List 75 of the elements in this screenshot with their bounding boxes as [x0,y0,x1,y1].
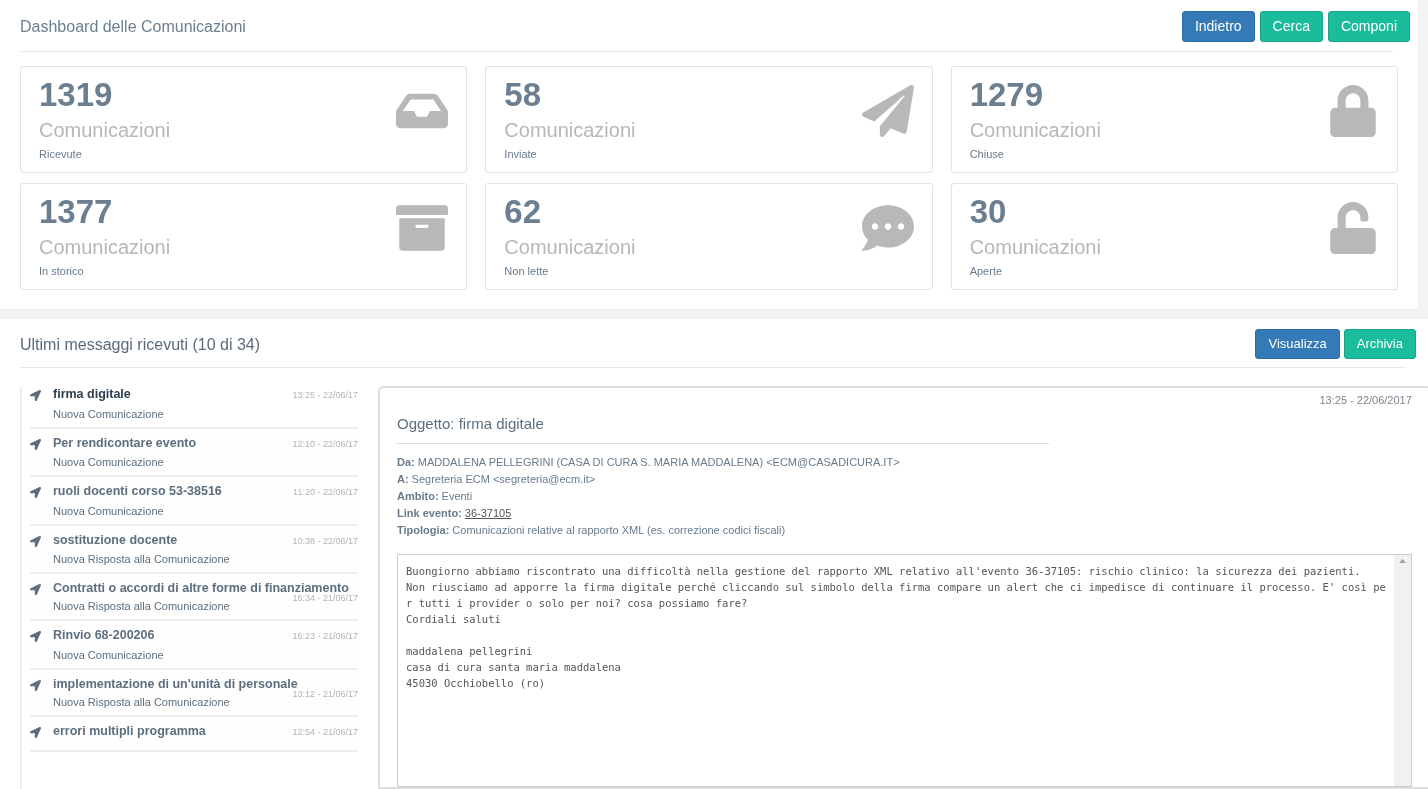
message-type: Nuova Comunicazione [53,407,164,421]
message-subject: Per rendicontare evento [53,435,197,450]
field-label: Link evento: [397,506,462,521]
scroll-up-arrow-icon [1398,559,1406,563]
message-subject: firma digitale [53,387,131,401]
stat-count: 62 [504,192,542,232]
stat-caption: In storico [39,264,84,279]
field-label: Da: [397,455,415,470]
speech-bubble-icon [861,202,914,254]
field-value: Segreteria ECM <segreteria@ecm.it> [411,472,596,487]
stat-caption: Non lette [504,264,549,279]
message-type: Nuova Comunicazione [53,648,164,662]
stat-caption: Chiuse [969,147,1004,162]
message-subject: implementazione di un'unità di personale [53,676,298,691]
stat-label: Comunicazioni [39,235,171,260]
message-type: Nuova Risposta alla Comunicazione [53,553,230,566]
stat-count: 1279 [969,75,1044,115]
panel-title: Dashboard delle Comunicazioni [20,17,246,37]
stat-label: Comunicazioni [969,118,1101,143]
stat-caption: Inviate [504,147,537,162]
message-time: 16:34 - 21/06/17 [292,592,358,605]
message-text-line: maddalena pellegrini [406,644,533,659]
field-label: Tipologia: [397,523,450,538]
message-text-line: Cordiali saluti [406,612,501,627]
message-datetime: 13:25 - 22/06/2017 [1319,393,1412,408]
stat-label: Comunicazioni [39,118,171,143]
stat-count: 30 [969,192,1007,232]
lock-icon [1327,85,1379,137]
message-list-item[interactable]: ruoli docenti corso 53-38516 11:20 - 22/06/17 Nuova Comunicazione [30,483,358,526]
stat-caption: Ricevute [39,147,82,162]
message-subject: Rinvio 68-200206 [53,628,155,642]
archive-box-icon [396,202,449,254]
message-list-item[interactable]: Rinvio 68-200206 16:23 - 21/06/17 Nuova Comunicazione [30,627,358,670]
message-time: 12:10 - 22/06/17 [292,437,358,451]
field-value: MADDALENA PELLEGRINI (CASA DI CURA S. MARIA MADDALENA) <ECM@CASADICURA.IT> [417,455,900,470]
field-label: Ambito: [397,489,439,504]
unlocked-padlock-icon [1327,202,1379,254]
stat-caption: Aperte [969,264,1003,279]
stat-label: Comunicazioni [504,118,636,143]
message-time: 10:38 - 22/06/17 [292,534,358,548]
stat-count: 1377 [39,192,113,232]
message-time: 13:25 - 22/06/17 [292,389,358,402]
message-list-item[interactable]: Contratti o accordi di altre forme di finanziamento Nuova Risposta alla Comunicazione 16:34 - 21/06/17 [30,580,358,621]
message-time: 12:54 - 21/06/17 [292,725,358,739]
message-subject: sostituzione docente [53,532,178,547]
field-label: A: [397,472,409,487]
message-time: 16:23 - 21/06/17 [292,630,358,643]
message-list-item[interactable]: firma digitale 13:25 - 22/06/17 Nuova Comunicazione [30,386,358,429]
message-type: Nuova Risposta alla Comunicazione [53,695,230,709]
message-subject: errori multipli programma [53,723,206,738]
event-link[interactable]: 36-37105 [464,505,512,521]
message-text-line: Buongiorno abbiamo riscontrato una difficoltà nella gestione del rapporto XML relativo all'evento 36-37105: rischio clinico: la sicurezza dei pazienti. [406,564,1361,579]
stat-count: 58 [504,75,542,115]
action-button[interactable]: Visualizza [1255,329,1340,359]
message-time: 11:20 - 22/06/17 [293,486,358,499]
message-subject-heading: Oggetto: firma digitale [397,412,1049,444]
stat-count: 1319 [39,75,113,115]
scrollbar[interactable] [1393,555,1411,786]
stat-label: Comunicazioni [969,235,1101,260]
message-time: 13:12 - 21/06/17 [292,688,358,701]
panel-title: Ultimi messaggi ricevuti (10 di 34) [20,335,261,355]
message-subject: Contratti o accordi di altre forme di finanziamento [53,581,349,595]
stat-label: Comunicazioni [504,235,636,260]
field-value: Eventi [441,489,473,504]
message-type: Nuova Risposta alla Comunicazione [53,600,230,613]
message-type: Nuova Comunicazione [53,504,164,518]
message-body-field[interactable] [397,554,1412,787]
message-type: Nuova Comunicazione [53,456,164,469]
message-text-line: 45030 Occhiobello (ro) [406,676,546,691]
message-text-line: Non riusciamo ad apporre la firma digitale perché cliccando sul simbolo della firma compare un alert che ci impedisce di continuare il processo. E' così pe [406,580,1386,595]
message-text-line: casa di cura santa maria maddalena [406,660,621,675]
field-value: Comunicazioni relative al rapporto XML (es. correzione codici fiscali) [452,523,786,538]
action-button[interactable]: Indietro [1181,11,1255,42]
message-subject: ruoli docenti corso 53-38516 [53,484,222,498]
message-text-line: r tutti i provider o solo per noi? cosa possiamo fare? [406,596,748,611]
